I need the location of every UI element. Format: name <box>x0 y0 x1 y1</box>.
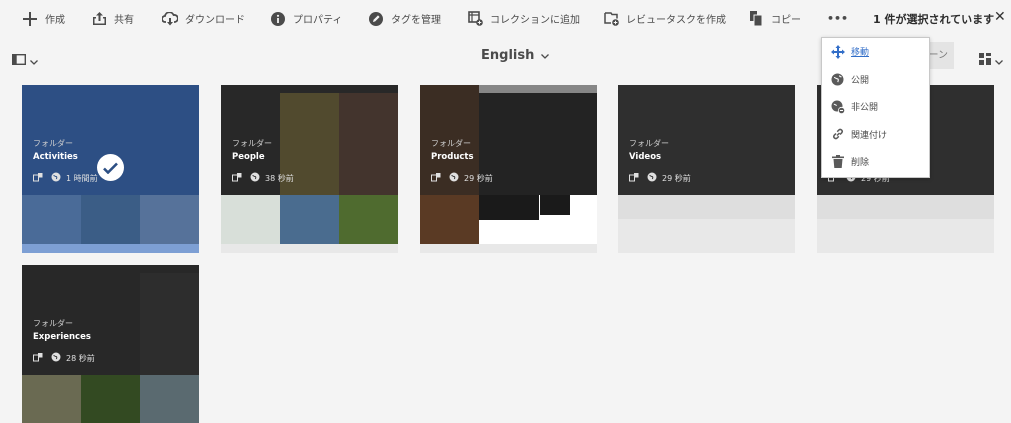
folder-card-people[interactable]: フォルダー People 38 秒前 <box>221 85 398 253</box>
chevron-down-icon <box>30 50 38 69</box>
manage-tags-label: タグを管理 <box>391 15 441 26</box>
hierarchy-icon <box>431 172 441 184</box>
folder-name: Experiences <box>33 332 91 342</box>
folder-meta: 38 秒前 <box>232 172 294 184</box>
tag-pencil-icon <box>368 11 384 27</box>
trash-icon <box>830 154 845 169</box>
folder-name: Activities <box>33 152 78 162</box>
globe-icon <box>51 352 61 364</box>
add-to-collection-button[interactable]: コレクションに追加 <box>467 0 580 37</box>
rail-toggle-button[interactable] <box>11 50 38 69</box>
globe-icon <box>51 172 61 184</box>
folder-meta: 1 時間前 <box>33 172 98 184</box>
more-actions-button[interactable]: ••• <box>827 0 848 37</box>
download-label: ダウンロード <box>185 15 245 26</box>
menu-item-label: 関連付け <box>851 130 888 141</box>
move-icon <box>830 44 845 59</box>
folder-name: People <box>232 152 265 162</box>
create-label: 作成 <box>45 15 65 26</box>
folder-name: Products <box>431 152 474 162</box>
hierarchy-icon <box>629 172 639 184</box>
folder-card-activities[interactable]: フォルダー Activities 1 時間前 <box>22 85 199 253</box>
info-icon <box>270 11 286 27</box>
hierarchy-icon <box>33 352 43 364</box>
menu-item-move[interactable]: 移動 <box>822 38 929 66</box>
menu-item-publish[interactable]: 公開 <box>822 66 929 94</box>
language-label: English <box>481 48 535 63</box>
menu-item-unpublish[interactable]: 非公開 <box>822 93 929 121</box>
card-view-icon <box>979 50 991 69</box>
properties-label: プロパティ <box>293 15 343 26</box>
chevron-down-icon <box>995 50 1003 69</box>
manage-tags-button[interactable]: タグを管理 <box>368 0 441 37</box>
copy-button[interactable]: コピー <box>748 0 801 37</box>
modified-time: 29 秒前 <box>464 173 493 183</box>
menu-item-delete[interactable]: 削除 <box>822 148 929 176</box>
side-panel-icon <box>11 50 27 69</box>
menu-item-relate[interactable]: 関連付け <box>822 121 929 149</box>
link-icon <box>830 127 845 142</box>
menu-item-label: 公開 <box>851 75 870 86</box>
selected-checkmark-icon <box>97 154 124 181</box>
folder-card-products[interactable]: フォルダー Products 29 秒前 <box>420 85 597 253</box>
share-button[interactable]: 共有 <box>91 0 134 37</box>
globe-icon <box>250 172 260 184</box>
close-selection-button[interactable]: ✕ <box>994 9 1006 25</box>
copy-icon <box>748 11 764 27</box>
globe-icon <box>647 172 657 184</box>
menu-item-label: 削除 <box>851 158 870 169</box>
folder-card-experiences[interactable]: フォルダー Experiences 28 秒前 <box>22 265 199 423</box>
folder-kind: フォルダー <box>629 139 669 148</box>
hierarchy-icon <box>33 172 43 184</box>
chevron-down-icon <box>541 48 550 63</box>
properties-button[interactable]: プロパティ <box>270 0 342 37</box>
cloud-download-icon <box>162 11 178 27</box>
add-to-collection-label: コレクションに追加 <box>490 15 580 26</box>
folder-kind: フォルダー <box>431 139 471 148</box>
ellipsis-icon: ••• <box>827 12 849 25</box>
language-selector[interactable]: English <box>481 48 550 63</box>
menu-item-label: 非公開 <box>851 103 879 114</box>
view-switcher[interactable] <box>979 50 1003 69</box>
hierarchy-icon <box>232 172 242 184</box>
create-review-task-label: レビュータスクを作成 <box>626 15 726 26</box>
modified-time: 38 秒前 <box>265 173 294 183</box>
folder-meta: 29 秒前 <box>431 172 493 184</box>
folder-meta: 28 秒前 <box>33 352 95 364</box>
modified-time: 1 時間前 <box>66 173 98 183</box>
download-button[interactable]: ダウンロード <box>162 0 245 37</box>
share-icon <box>91 11 107 27</box>
folder-kind: フォルダー <box>33 319 73 328</box>
globe-icon <box>449 172 459 184</box>
share-label: 共有 <box>114 15 134 26</box>
review-task-icon <box>603 11 619 27</box>
folder-kind: フォルダー <box>33 139 73 148</box>
create-review-task-button[interactable]: レビュータスクを作成 <box>603 0 726 37</box>
folder-name: Videos <box>629 152 662 162</box>
close-icon: ✕ <box>994 9 1006 25</box>
menu-item-label: 移動 <box>851 48 870 59</box>
folder-card-videos[interactable]: フォルダー Videos 29 秒前 <box>618 85 795 253</box>
modified-time: 29 秒前 <box>662 173 691 183</box>
create-button[interactable]: 作成 <box>22 0 65 37</box>
folder-meta: 29 秒前 <box>629 172 691 184</box>
selection-status: 1 件が選択されています <box>873 13 995 26</box>
copy-label: コピー <box>771 15 801 26</box>
more-actions-menu: 移動 公開 非公開 関連付け 削除 <box>821 37 930 178</box>
action-bar: 作成 共有 ダウンロード プロパティ タグを管理 コレクションに追加 レビュータ… <box>0 0 1011 37</box>
plus-icon <box>22 11 38 27</box>
globe-icon <box>830 72 845 87</box>
globe-remove-icon <box>830 99 845 114</box>
folder-kind: フォルダー <box>232 139 272 148</box>
modified-time: 28 秒前 <box>66 353 95 363</box>
collection-add-icon <box>467 11 483 27</box>
